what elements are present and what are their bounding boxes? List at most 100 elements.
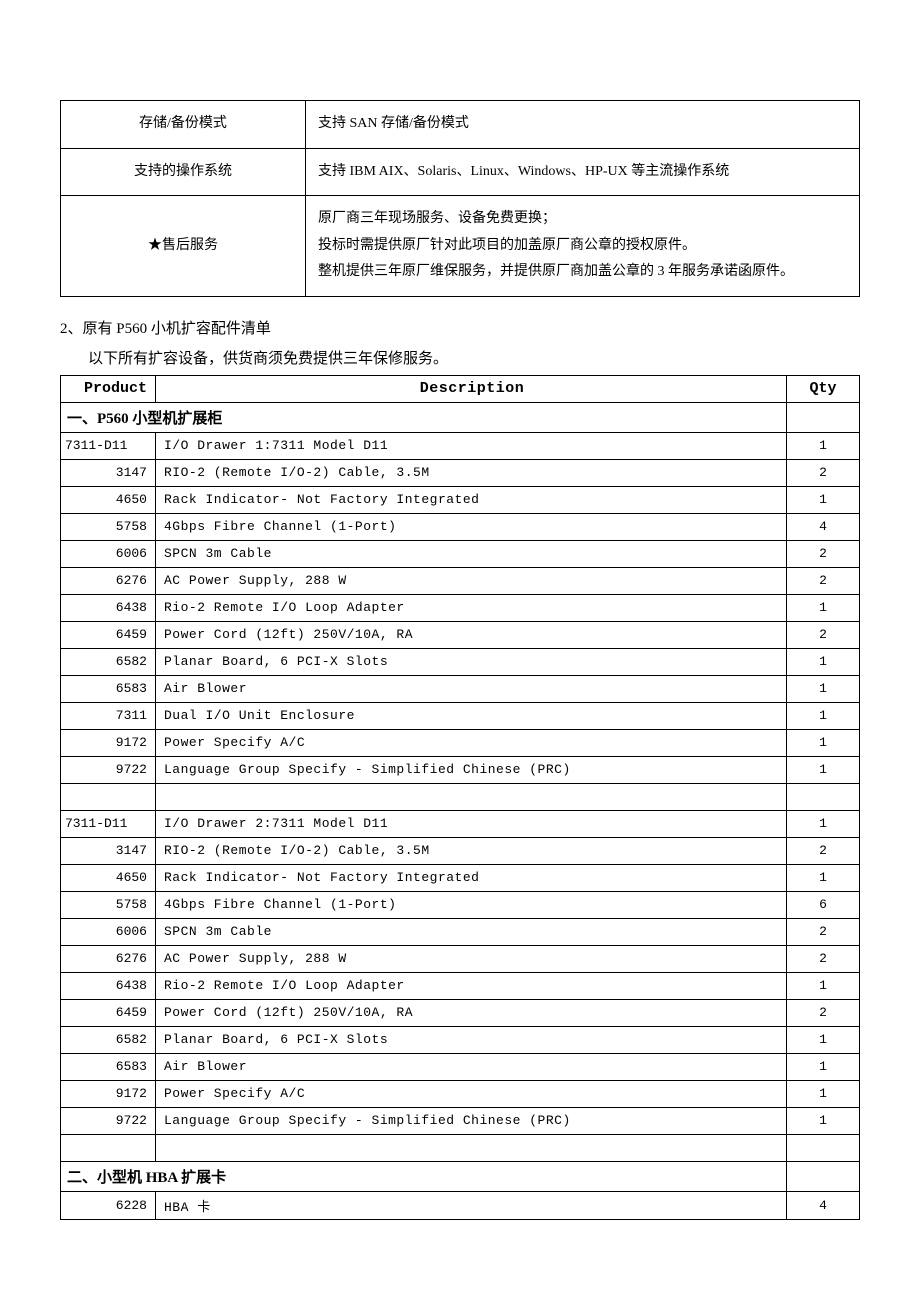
product-code: 4650: [61, 864, 156, 891]
table-row: 6276AC Power Supply, 288 W2: [61, 945, 860, 972]
product-code: 9172: [61, 729, 156, 756]
spec-value: 原厂商三年现场服务、设备免费更换； 投标时需提供原厂针对此项目的加盖原厂商公章的…: [306, 196, 860, 297]
product-code: 6582: [61, 648, 156, 675]
spec-row: 支持的操作系统支持 IBM AIX、Solaris、Linux、Windows、…: [61, 148, 860, 196]
spec-label: 存储/备份模式: [61, 101, 306, 149]
product-code: 5758: [61, 891, 156, 918]
empty-cell: [61, 1134, 156, 1161]
product-description: I/O Drawer 2:7311 Model D11: [156, 810, 787, 837]
product-code: 6583: [61, 1053, 156, 1080]
product-qty: 1: [787, 729, 860, 756]
product-description: Power Specify A/C: [156, 1080, 787, 1107]
product-qty: 1: [787, 594, 860, 621]
product-description: I/O Drawer 1:7311 Model D11: [156, 432, 787, 459]
table-row: 6006SPCN 3m Cable2: [61, 540, 860, 567]
product-description: Power Cord (12ft) 250V/10A, RA: [156, 999, 787, 1026]
table-row: 6582Planar Board, 6 PCI-X Slots1: [61, 648, 860, 675]
product-description: Power Specify A/C: [156, 729, 787, 756]
product-qty: 4: [787, 1191, 860, 1219]
product-description: SPCN 3m Cable: [156, 918, 787, 945]
header-description: Description: [156, 375, 787, 402]
spec-label: 支持的操作系统: [61, 148, 306, 196]
table-row: 6006SPCN 3m Cable2: [61, 918, 860, 945]
parts-table: Product Description Qty 一、P560 小型机扩展柜731…: [60, 375, 860, 1220]
product-code: 6459: [61, 621, 156, 648]
product-code: 6276: [61, 945, 156, 972]
product-description: 4Gbps Fibre Channel (1-Port): [156, 891, 787, 918]
spacer-row: [61, 783, 860, 810]
table-row: 4650Rack Indicator- Not Factory Integrat…: [61, 486, 860, 513]
product-qty: 1: [787, 675, 860, 702]
empty-cell: [156, 783, 787, 810]
product-description: Power Cord (12ft) 250V/10A, RA: [156, 621, 787, 648]
table-row: 6438Rio-2 Remote I/O Loop Adapter1: [61, 972, 860, 999]
table-row: 6438Rio-2 Remote I/O Loop Adapter1: [61, 594, 860, 621]
product-code: 6438: [61, 972, 156, 999]
empty-cell: [156, 1134, 787, 1161]
product-qty: 2: [787, 918, 860, 945]
product-qty: 2: [787, 999, 860, 1026]
spec-table: 存储/备份模式支持 SAN 存储/备份模式支持的操作系统支持 IBM AIX、S…: [60, 100, 860, 297]
table-row: 9722Language Group Specify - Simplified …: [61, 756, 860, 783]
section-title-row: 二、小型机 HBA 扩展卡: [61, 1161, 860, 1191]
table-row: 6583Air Blower1: [61, 1053, 860, 1080]
table-row: 6276AC Power Supply, 288 W2: [61, 567, 860, 594]
product-description: Planar Board, 6 PCI-X Slots: [156, 1026, 787, 1053]
product-code: 6006: [61, 918, 156, 945]
section-qty-empty: [787, 1161, 860, 1191]
product-qty: 1: [787, 432, 860, 459]
product-qty: 4: [787, 513, 860, 540]
spec-row: ★售后服务原厂商三年现场服务、设备免费更换； 投标时需提供原厂针对此项目的加盖原…: [61, 196, 860, 297]
section-title: 二、小型机 HBA 扩展卡: [61, 1161, 787, 1191]
product-qty: 1: [787, 1026, 860, 1053]
table-row: 4650Rack Indicator- Not Factory Integrat…: [61, 864, 860, 891]
table-row: 7311Dual I/O Unit Enclosure1: [61, 702, 860, 729]
product-qty: 2: [787, 621, 860, 648]
product-qty: 2: [787, 567, 860, 594]
product-description: Rio-2 Remote I/O Loop Adapter: [156, 972, 787, 999]
product-code: 6228: [61, 1191, 156, 1219]
table-row: 7311-D11I/O Drawer 2:7311 Model D111: [61, 810, 860, 837]
product-code: 9722: [61, 756, 156, 783]
product-qty: 1: [787, 486, 860, 513]
table-row: 57584Gbps Fibre Channel (1-Port)4: [61, 513, 860, 540]
product-description: Air Blower: [156, 1053, 787, 1080]
table-row: 57584Gbps Fibre Channel (1-Port)6: [61, 891, 860, 918]
product-code: 7311-D11: [61, 432, 156, 459]
product-qty: 2: [787, 459, 860, 486]
product-description: 4Gbps Fibre Channel (1-Port): [156, 513, 787, 540]
product-description: Rack Indicator- Not Factory Integrated: [156, 864, 787, 891]
section-qty-empty: [787, 402, 860, 432]
empty-cell: [787, 1134, 860, 1161]
table-row: 3147RIO-2 (Remote I/O-2) Cable, 3.5M2: [61, 837, 860, 864]
section-title: 一、P560 小型机扩展柜: [61, 402, 787, 432]
product-description: Rio-2 Remote I/O Loop Adapter: [156, 594, 787, 621]
table-row: 6459Power Cord (12ft) 250V/10A, RA2: [61, 999, 860, 1026]
section-title-row: 一、P560 小型机扩展柜: [61, 402, 860, 432]
product-description: HBA 卡: [156, 1191, 787, 1219]
product-qty: 1: [787, 756, 860, 783]
product-code: 6438: [61, 594, 156, 621]
product-description: SPCN 3m Cable: [156, 540, 787, 567]
product-code: 5758: [61, 513, 156, 540]
spec-value: 支持 IBM AIX、Solaris、Linux、Windows、HP-UX 等…: [306, 148, 860, 196]
product-code: 9172: [61, 1080, 156, 1107]
product-code: 6459: [61, 999, 156, 1026]
product-qty: 1: [787, 1053, 860, 1080]
product-code: 6583: [61, 675, 156, 702]
product-code: 3147: [61, 837, 156, 864]
product-qty: 1: [787, 1107, 860, 1134]
section-heading: 2、原有 P560 小机扩容配件清单: [60, 317, 860, 341]
product-qty: 1: [787, 864, 860, 891]
table-row: 7311-D11I/O Drawer 1:7311 Model D111: [61, 432, 860, 459]
product-code: 3147: [61, 459, 156, 486]
section-subheading: 以下所有扩容设备，供货商须免费提供三年保修服务。: [60, 347, 860, 371]
product-qty: 2: [787, 945, 860, 972]
empty-cell: [787, 783, 860, 810]
product-qty: 1: [787, 810, 860, 837]
product-qty: 1: [787, 648, 860, 675]
product-code: 6582: [61, 1026, 156, 1053]
product-qty: 1: [787, 972, 860, 999]
product-description: Air Blower: [156, 675, 787, 702]
product-description: Language Group Specify - Simplified Chin…: [156, 1107, 787, 1134]
